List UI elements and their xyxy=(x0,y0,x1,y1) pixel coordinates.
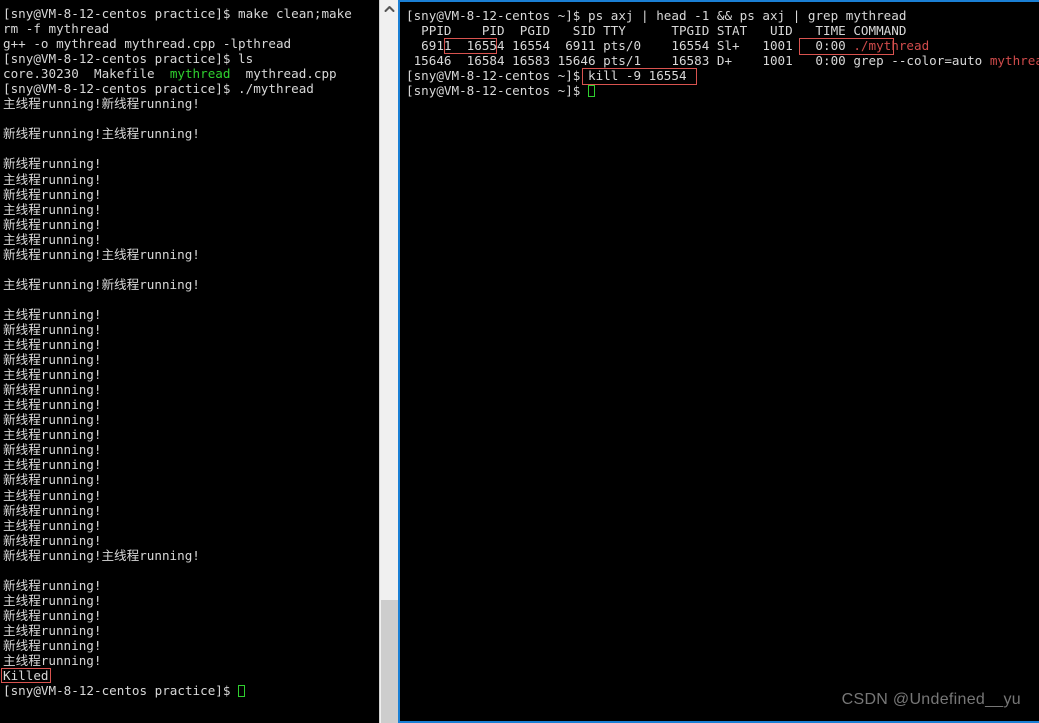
terminal-output-line: 新线程running! xyxy=(3,352,102,368)
shell-prompt: [sny@VM-8-12-centos practice]$ xyxy=(3,51,239,67)
terminal-output-line: 新线程running!主线程running! xyxy=(3,547,200,563)
terminal-output-line: 新线程running! xyxy=(3,577,102,593)
terminal-output-line: 新线程running! xyxy=(3,472,102,488)
terminal-output-line: 新线程running! xyxy=(3,156,102,172)
scroll-up-button[interactable] xyxy=(380,0,398,18)
terminal-output-line: 主线程running! xyxy=(3,622,102,638)
terminal-output-line: 新线程running! xyxy=(3,382,102,398)
terminal-command-line: [sny@VM-8-12-centos practice]$ make clea… xyxy=(3,6,375,21)
terminal-cursor xyxy=(587,85,595,97)
terminal-output-line: 新线程running! xyxy=(3,532,102,548)
terminal-output-line: 主线程running! xyxy=(3,171,102,187)
terminal-output-line: 新线程running! xyxy=(3,216,102,232)
terminal-output-line: 主线程running! xyxy=(3,337,102,353)
terminal-output-line: 新线程running! xyxy=(3,412,102,428)
scrollbar-thumb[interactable] xyxy=(381,600,398,723)
terminal-prompt-line: [sny@VM-8-12-centos practice]$ xyxy=(3,683,375,698)
ls-entry-plain: core.30230 Makefile xyxy=(3,66,170,82)
terminal-output-line: 新线程running! xyxy=(3,502,102,518)
ps-table-row: 15646 16584 16583 15646 pts/1 16583 D+ 1… xyxy=(406,53,1039,68)
ps-table-row: 6911 16554 16554 6911 pts/0 16554 Sl+ 10… xyxy=(406,38,1036,53)
shell-prompt: [sny@VM-8-12-centos ~]$ xyxy=(406,8,588,23)
terminal-output-line: core.30230 Makefile mythread mythread.cp… xyxy=(3,66,375,81)
terminal-output-line: rm -f mythread xyxy=(3,21,110,37)
shell-prompt: [sny@VM-8-12-centos practice]$ xyxy=(3,6,239,21)
terminal-output-line: 新线程running! xyxy=(3,442,102,458)
terminal-output-line: 主线程running! xyxy=(3,427,102,443)
ps-row-command: ./mythread xyxy=(853,38,930,53)
killed-message-line: Killed xyxy=(1,668,375,684)
terminal-output-line: 主线程running! xyxy=(3,231,102,247)
terminal-output-line: 主线程running! xyxy=(3,457,102,473)
ps-row-match: mythread xyxy=(989,53,1039,68)
left-pane-scrollbar[interactable] xyxy=(379,0,398,723)
chevron-up-icon xyxy=(384,5,395,13)
ps-row-fields: 15646 16584 16583 15646 pts/1 16583 D+ 1… xyxy=(406,53,990,68)
terminal-output-line: g++ -o mythread mythread.cpp -lpthread xyxy=(3,36,292,52)
ps-row-fields: 6911 16554 16554 6911 pts/0 16554 Sl+ 10… xyxy=(406,38,854,53)
terminal-output-line: 主线程running! xyxy=(3,201,102,217)
terminal-output-line: 主线程running!新线程running! xyxy=(3,276,200,292)
terminal-output-line: 主线程running!新线程running! xyxy=(3,96,200,112)
terminal-output-line: 主线程running! xyxy=(3,306,102,322)
right-terminal-output: [sny@VM-8-12-centos ~]$ ps axj | head -1… xyxy=(406,8,1039,98)
shell-prompt: [sny@VM-8-12-centos practice]$ xyxy=(3,81,239,97)
terminal-output-line: 主线程running! xyxy=(3,592,102,608)
terminal-cursor xyxy=(238,685,246,698)
shell-command: kill -9 16554 xyxy=(587,68,687,83)
terminal-command-line: [sny@VM-8-12-centos ~]$ ps axj | head -1… xyxy=(406,8,1036,23)
ls-entry-executable: mythread xyxy=(169,66,231,82)
terminal-output-line: 新线程running! xyxy=(3,607,102,623)
terminal-output-line: 新线程running! xyxy=(3,321,102,337)
terminal-output-line: 新线程running! xyxy=(3,637,102,653)
ps-table-header: PPID PID PGID SID TTY TPGID STAT UID TIM… xyxy=(406,23,907,38)
terminal-output-line: 新线程running! xyxy=(3,186,102,202)
shell-command: make clean;make xyxy=(238,6,352,21)
terminal-command-line: [sny@VM-8-12-centos practice]$ ls xyxy=(3,51,375,66)
shell-command: ls xyxy=(238,51,254,67)
terminal-output-line: 主线程running! xyxy=(3,397,102,413)
terminal-command-line: [sny@VM-8-12-centos practice]$ ./mythrea… xyxy=(3,81,375,96)
shell-command: ps axj | head -1 && ps axj | grep mythre… xyxy=(587,8,907,23)
terminal-screenshot-root: [sny@VM-8-12-centos practice]$ make clea… xyxy=(0,0,1039,723)
ls-entry-source: mythread.cpp xyxy=(230,66,337,82)
csdn-watermark: CSDN @Undefined__yu xyxy=(841,691,1021,708)
terminal-output-line: 新线程running!主线程running! xyxy=(3,246,200,262)
terminal-command-line: [sny@VM-8-12-centos ~]$ kill -9 16554 xyxy=(406,68,1036,83)
shell-prompt: [sny@VM-8-12-centos ~]$ xyxy=(406,68,588,83)
terminal-output-line: 主线程running! xyxy=(3,653,102,669)
killed-highlight-box: Killed xyxy=(1,668,51,684)
terminal-output-line: 主线程running! xyxy=(3,367,102,383)
terminal-prompt-line: [sny@VM-8-12-centos ~]$ xyxy=(406,83,1036,98)
terminal-output-line: 主线程running! xyxy=(3,487,102,503)
shell-prompt: [sny@VM-8-12-centos practice]$ xyxy=(3,683,239,699)
shell-command: ./mythread xyxy=(238,81,314,97)
left-terminal-pane[interactable]: [sny@VM-8-12-centos practice]$ make clea… xyxy=(0,0,379,723)
shell-prompt: [sny@VM-8-12-centos ~]$ xyxy=(406,83,588,98)
left-terminal-output: [sny@VM-8-12-centos practice]$ make clea… xyxy=(1,6,375,698)
terminal-output-line: 新线程running!主线程running! xyxy=(3,126,200,142)
terminal-output-line: 主线程running! xyxy=(3,517,102,533)
right-terminal-pane[interactable]: [sny@VM-8-12-centos ~]$ ps axj | head -1… xyxy=(398,0,1039,723)
